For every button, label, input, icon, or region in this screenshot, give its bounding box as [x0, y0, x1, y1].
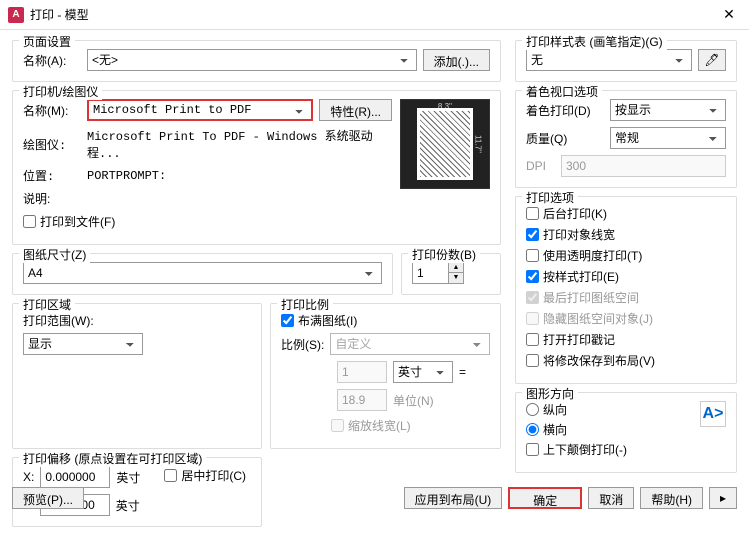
copies-title: 打印份数(B) — [408, 246, 480, 263]
page-setup-name-select[interactable]: <无> — [87, 49, 417, 71]
pen-icon: 🖊 — [704, 53, 719, 67]
printer-properties-button[interactable]: 特性(R)... — [319, 99, 392, 121]
description-label: 说明: — [23, 190, 81, 207]
paper-height-label: 11.7'' — [473, 135, 482, 153]
preview-button[interactable]: 预览(P)... — [12, 487, 84, 509]
style-table-group: 打印样式表 (画笔指定)(G) 无 🖊 — [515, 40, 737, 82]
shade-plot-select[interactable]: 按显示 — [610, 99, 726, 121]
center-plot-checkbox[interactable] — [164, 469, 177, 482]
orientation-icon: A> — [700, 401, 726, 427]
print-to-file-checkbox[interactable] — [23, 215, 36, 228]
paper-preview: 8.3'' 11.7'' — [400, 99, 490, 189]
page-setup-name-label: 名称(A): — [23, 52, 81, 69]
plot-range-label: 打印范围(W): — [23, 312, 251, 329]
print-to-file-label[interactable]: 打印到文件(F) — [23, 213, 392, 230]
portrait-radio-row[interactable]: 纵向 — [526, 401, 627, 418]
app-icon: A — [8, 7, 24, 23]
paper-size-title: 图纸尺寸(Z) — [19, 246, 90, 263]
plotter-value: Microsoft Print To PDF - Windows 系统驱动程..… — [87, 127, 392, 161]
scale-unit2-input — [337, 389, 387, 411]
spin-up-icon[interactable]: ▲ — [449, 263, 463, 273]
fit-to-paper-label[interactable]: 布满图纸(I) — [281, 312, 490, 329]
opt-stamp[interactable]: 打开打印戳记 — [526, 331, 726, 348]
opt-bg[interactable]: 后台打印(K) — [526, 205, 726, 222]
page-setup-group: 页面设置 名称(A): <无> 添加(.)... — [12, 40, 501, 82]
scale-ratio-select: 自定义 — [330, 333, 490, 355]
style-table-edit-button[interactable]: 🖊 — [698, 49, 726, 71]
scale-title: 打印比例 — [277, 296, 333, 313]
expand-button[interactable]: ▸ — [709, 487, 737, 509]
plot-options-title: 打印选项 — [522, 189, 578, 206]
opt-last-ps: 最后打印图纸空间 — [526, 289, 726, 306]
footer: 预览(P)... 应用到布局(U) 确定 取消 帮助(H) ▸ — [12, 487, 737, 509]
plot-area-group: 打印区域 打印范围(W): 显示 — [12, 303, 262, 449]
location-label: 位置: — [23, 167, 81, 184]
orientation-group: 图形方向 纵向 横向 上下颠倒打印(-) A> — [515, 392, 737, 473]
printer-name-label: 名称(M): — [23, 102, 81, 119]
opt-styles[interactable]: 按样式打印(E) — [526, 268, 726, 285]
page-setup-title: 页面设置 — [19, 33, 75, 50]
offset-x-unit: 英寸 — [116, 469, 140, 486]
viewport-title: 着色视口选项 — [522, 83, 602, 100]
viewport-group: 着色视口选项 着色打印(D) 按显示 质量(Q) 常规 DPI — [515, 90, 737, 188]
spin-down-icon[interactable]: ▼ — [449, 273, 463, 283]
upside-down-label[interactable]: 上下颠倒打印(-) — [526, 441, 627, 458]
close-icon[interactable]: ✕ — [717, 6, 741, 23]
opt-save-layout[interactable]: 将修改保存到布局(V) — [526, 352, 726, 369]
paper-size-select[interactable]: A4 — [23, 262, 382, 284]
equals-label: = — [459, 365, 466, 379]
copies-group: 打印份数(B) ▲▼ — [401, 253, 501, 295]
dpi-label: DPI — [526, 159, 555, 173]
offset-x-input[interactable] — [40, 466, 110, 488]
center-plot-label[interactable]: 居中打印(C) — [164, 467, 246, 484]
printer-name-select[interactable]: Microsoft Print to PDF — [87, 99, 313, 121]
add-page-setup-button[interactable]: 添加(.)... — [423, 49, 490, 71]
offset-x-label: X: — [23, 470, 34, 484]
scale-ratio-label: 比例(S): — [281, 336, 324, 353]
copies-input[interactable] — [412, 262, 448, 284]
opt-lw[interactable]: 打印对象线宽 — [526, 226, 726, 243]
opt-transp[interactable]: 使用透明度打印(T) — [526, 247, 726, 264]
style-table-select[interactable]: 无 — [526, 49, 692, 71]
style-table-title: 打印样式表 (画笔指定)(G) — [522, 33, 667, 50]
location-value: PORTPROMPT: — [87, 169, 166, 183]
quality-select[interactable]: 常规 — [610, 127, 726, 149]
copies-spinner[interactable]: ▲▼ — [412, 262, 464, 284]
scale-unit1-input — [337, 361, 387, 383]
scale-lineweights-label: 缩放线宽(L) — [331, 417, 490, 434]
shade-plot-label: 着色打印(D) — [526, 102, 604, 119]
offset-title: 打印偏移 (原点设置在可打印区域) — [19, 450, 206, 467]
cancel-button[interactable]: 取消 — [588, 487, 634, 509]
scale-lineweights-checkbox — [331, 419, 344, 432]
scale-unit2-label: 单位(N) — [393, 392, 434, 409]
plot-range-select[interactable]: 显示 — [23, 333, 143, 355]
scale-group: 打印比例 布满图纸(I) 比例(S): 自定义 英寸 = — [270, 303, 501, 449]
paper-size-group: 图纸尺寸(Z) A4 — [12, 253, 393, 295]
plot-options-group: 打印选项 后台打印(K) 打印对象线宽 使用透明度打印(T) 按样式打印(E) … — [515, 196, 737, 384]
help-button[interactable]: 帮助(H) — [640, 487, 703, 509]
landscape-radio-row[interactable]: 横向 — [526, 421, 627, 438]
chevron-right-icon: ▸ — [720, 491, 726, 505]
plot-area-title: 打印区域 — [19, 296, 75, 313]
ok-button[interactable]: 确定 — [508, 487, 582, 509]
printer-title: 打印机/绘图仪 — [19, 83, 102, 100]
window-title: 打印 - 模型 — [30, 6, 717, 23]
orientation-title: 图形方向 — [522, 385, 578, 402]
titlebar: A 打印 - 模型 ✕ — [0, 0, 749, 30]
printer-group: 打印机/绘图仪 名称(M): Microsoft Print to PDF 特性… — [12, 90, 501, 245]
fit-to-paper-checkbox[interactable] — [281, 314, 294, 327]
quality-label: 质量(Q) — [526, 130, 604, 147]
apply-to-layout-button[interactable]: 应用到布局(U) — [404, 487, 503, 509]
scale-unit1-select[interactable]: 英寸 — [393, 361, 453, 383]
plotter-label: 绘图仪: — [23, 136, 81, 153]
opt-hide-ps: 隐藏图纸空间对象(J) — [526, 310, 726, 327]
dpi-input — [561, 155, 726, 177]
